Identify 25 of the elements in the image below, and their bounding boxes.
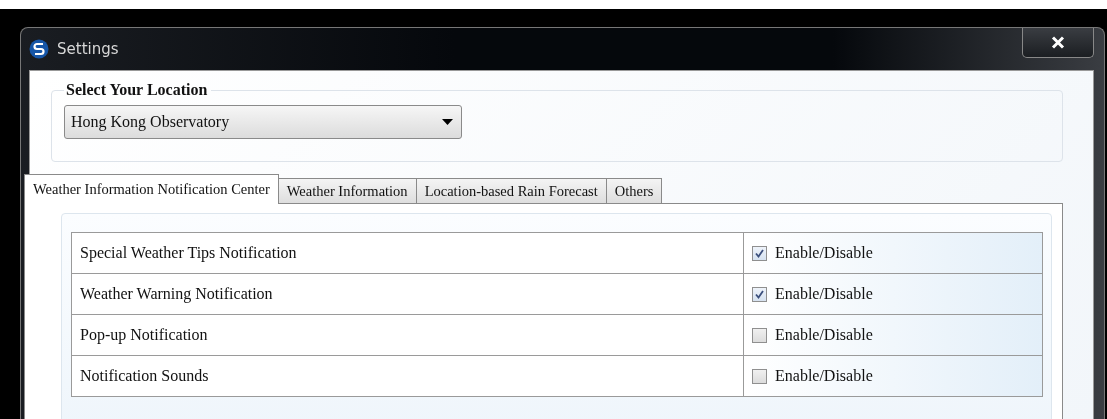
checkbox[interactable] — [752, 286, 767, 302]
location-legend: Select Your Location — [64, 81, 212, 99]
tab[interactable]: Weather Information — [277, 178, 417, 204]
setting-name-cell: Special Weather Tips Notification — [72, 233, 744, 273]
caret-icon — [442, 119, 453, 125]
setting-name-cell: Weather Warning Notification — [72, 274, 744, 314]
checkbox-label: Enable/Disable — [775, 244, 873, 262]
setting-name-cell: Notification Sounds — [72, 356, 744, 396]
checkbox[interactable] — [752, 368, 767, 384]
checkbox[interactable] — [752, 245, 767, 261]
checkmark-icon — [755, 248, 764, 258]
close-icon — [1051, 36, 1065, 49]
checkbox[interactable] — [752, 327, 767, 343]
close-button[interactable] — [1022, 28, 1094, 58]
tab[interactable]: Weather Information Notification Center — [24, 174, 279, 204]
location-dropdown[interactable]: Hong Kong Observatory — [64, 105, 462, 139]
checkbox-label: Enable/Disable — [775, 285, 873, 303]
app-logo-icon — [29, 39, 49, 59]
checkbox-label: Enable/Disable — [775, 326, 873, 344]
checkbox-label: Enable/Disable — [775, 367, 873, 385]
window-title: Settings — [57, 40, 119, 58]
setting-name-cell: Pop-up Notification — [72, 315, 744, 355]
tab[interactable]: Location-based Rain Forecast — [415, 178, 607, 204]
tab[interactable]: Others — [605, 178, 663, 204]
checkmark-icon — [755, 289, 764, 299]
